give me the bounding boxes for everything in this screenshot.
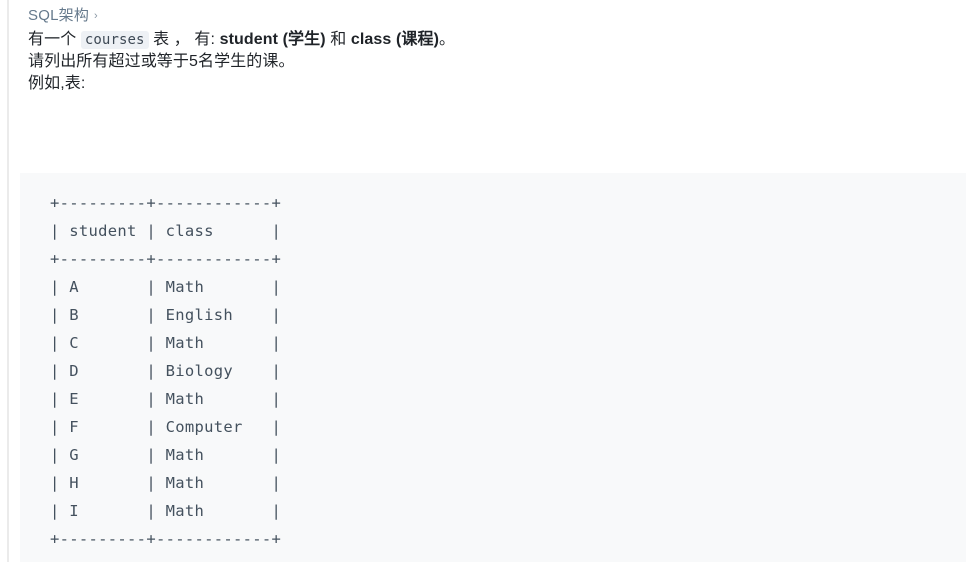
breadcrumb-item-sql-schema[interactable]: SQL架构 xyxy=(28,4,89,28)
content-area: SQL架构 › 有一个 courses 表 ， 有: student (学生) … xyxy=(0,0,966,95)
breadcrumb[interactable]: SQL架构 › xyxy=(28,4,966,29)
bold-class-column: class (课程) xyxy=(350,31,440,48)
inline-code-courses: courses xyxy=(80,31,149,49)
question-panel: SQL架构 › 有一个 courses 表 ， 有: student (学生) … xyxy=(0,0,966,562)
text-before-code: 有一个 xyxy=(28,31,81,48)
chevron-right-icon: › xyxy=(94,10,98,22)
text-after-code: 表 ， 有: xyxy=(148,31,220,48)
code-block-content: +---------+------------+ | student | cla… xyxy=(50,194,282,548)
code-block-example-table: +---------+------------+ | student | cla… xyxy=(20,173,966,562)
paragraph-example-label: 例如,表: xyxy=(28,75,86,92)
paragraph-table-description: 有一个 courses 表 ， 有: student (学生) 和 class … xyxy=(28,29,966,51)
text-conjunction: 和 xyxy=(325,31,351,48)
bold-student-column: student (学生) xyxy=(219,31,326,48)
paragraph-task-statement: 请列出所有超过或等于5名学生的课。 xyxy=(28,53,295,70)
text-period: 。 xyxy=(439,31,456,48)
